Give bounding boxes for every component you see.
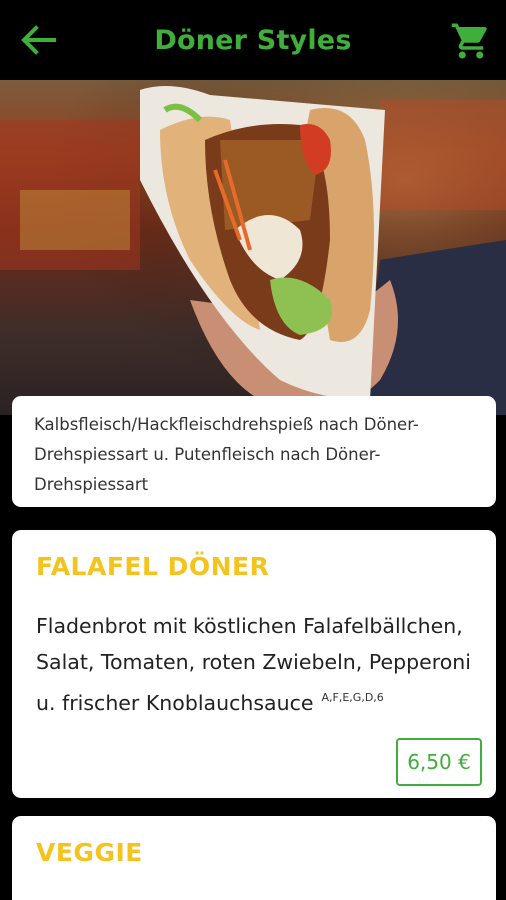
arrow-left-icon [21,25,56,55]
intro-text: Kalbsfleisch/Hackfleischdrehspieß nach D… [34,415,419,494]
product-title: VEGGIE [36,838,143,867]
back-button[interactable] [18,22,58,58]
intro-card: Kalbsfleisch/Hackfleischdrehspieß nach D… [12,396,496,507]
doner-photo [0,80,506,415]
product-card-falafel[interactable]: FALAFEL DÖNER Fladenbrot mit köstlichen … [12,530,496,798]
page-title: Döner Styles [154,24,352,56]
cart-button[interactable] [450,20,492,62]
allergen-codes: A,F,E,G,D,6 [321,691,384,704]
product-card-veggie[interactable]: VEGGIE [12,816,496,900]
product-description: Fladenbrot mit köstlichen Falafelbällche… [36,608,476,721]
shopping-cart-icon [451,23,487,59]
price-button[interactable]: 6,50 € [396,738,482,786]
app-bar: Döner Styles [0,0,506,80]
hero-image [0,80,506,415]
product-title: FALAFEL DÖNER [36,552,270,581]
product-description-text: Fladenbrot mit köstlichen Falafelbällche… [36,614,471,715]
